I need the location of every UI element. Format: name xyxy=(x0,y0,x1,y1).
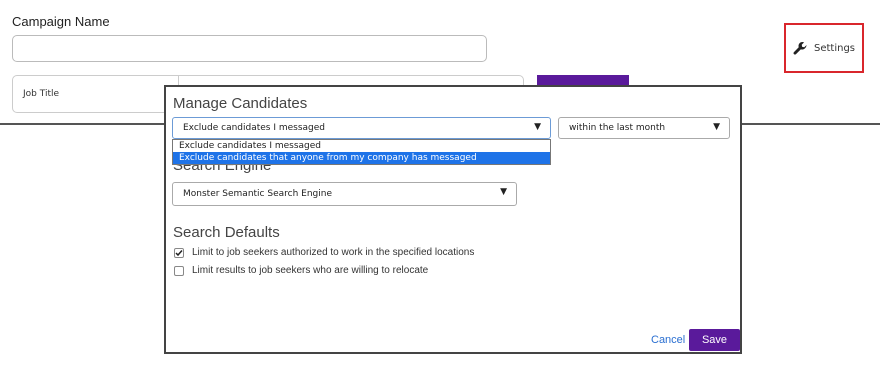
job-title-label: Job Title xyxy=(23,89,60,99)
horizontal-rule-left xyxy=(0,123,166,125)
checkbox-label: Limit results to job seekers who are wil… xyxy=(192,265,429,276)
caret-down-icon: ▼ xyxy=(713,122,720,132)
willing-relocate-option[interactable]: Limit results to job seekers who are wil… xyxy=(174,265,428,276)
settings-label: Settings xyxy=(813,42,855,54)
dropdown-option[interactable]: Exclude candidates that anyone from my c… xyxy=(173,152,550,164)
caret-down-icon: ▼ xyxy=(534,122,541,132)
within-timeframe-select[interactable]: within the last month ▼ xyxy=(558,117,730,139)
caret-down-icon: ▼ xyxy=(500,187,507,197)
cancel-link[interactable]: Cancel xyxy=(651,334,685,346)
checkbox-label: Limit to job seekers authorized to work … xyxy=(192,247,475,258)
manage-candidates-modal: Manage Candidates Exclude candidates I m… xyxy=(164,85,742,354)
exclude-candidates-select[interactable]: Exclude candidates I messaged ▼ xyxy=(172,117,551,139)
campaign-name-label: Campaign Name xyxy=(12,14,110,29)
within-select-value: within the last month xyxy=(569,123,666,133)
checkbox-checked[interactable] xyxy=(174,247,184,258)
modal-title: Manage Candidates xyxy=(173,95,308,112)
checkmark-icon xyxy=(175,249,183,256)
checkbox-unchecked[interactable] xyxy=(174,265,184,276)
search-engine-value: Monster Semantic Search Engine xyxy=(183,189,332,199)
dropdown-option[interactable]: Exclude candidates I messaged xyxy=(173,140,550,152)
search-engine-select[interactable]: Monster Semantic Search Engine ▼ xyxy=(172,182,517,206)
save-button[interactable]: Save xyxy=(689,329,740,351)
authorized-locations-option[interactable]: Limit to job seekers authorized to work … xyxy=(174,247,474,258)
campaign-name-input[interactable] xyxy=(12,35,487,62)
exclude-dropdown-list: Exclude candidates I messaged Exclude ca… xyxy=(172,139,551,165)
search-defaults-title: Search Defaults xyxy=(173,224,280,241)
horizontal-rule-right xyxy=(740,123,880,125)
exclude-select-value: Exclude candidates I messaged xyxy=(183,123,326,133)
settings-button[interactable]: Settings xyxy=(784,23,864,73)
wrench-icon xyxy=(793,41,807,55)
